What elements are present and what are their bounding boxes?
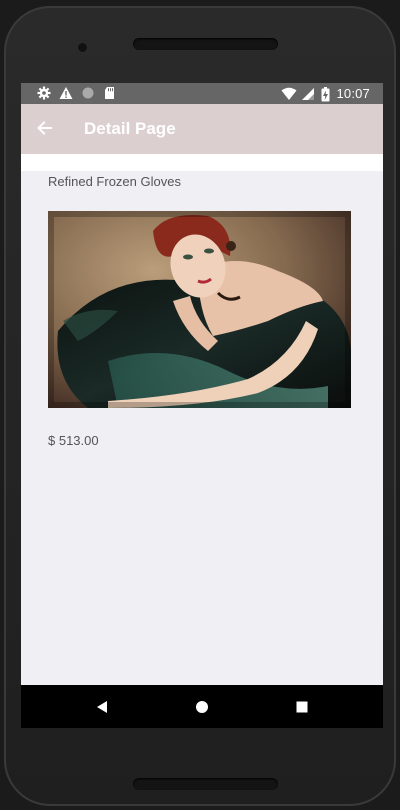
status-right-icons: 10:07 xyxy=(281,86,370,101)
battery-charging-icon xyxy=(321,86,330,101)
arrow-back-icon[interactable] xyxy=(35,118,55,138)
earpiece-speaker xyxy=(133,38,278,50)
sd-card-icon xyxy=(103,86,117,100)
wifi-icon xyxy=(281,87,297,101)
nav-back-icon[interactable] xyxy=(92,697,112,717)
app-bar: Detail Page xyxy=(21,104,383,154)
circle-icon xyxy=(81,86,95,100)
nav-home-icon[interactable] xyxy=(192,697,212,717)
signal-icon xyxy=(301,87,315,101)
settings-icon xyxy=(37,86,51,100)
status-time: 10:07 xyxy=(336,86,370,101)
warning-icon xyxy=(59,86,73,100)
bottom-speaker xyxy=(133,778,278,790)
nav-recents-icon[interactable] xyxy=(292,697,312,717)
status-bar: 10:07 xyxy=(21,83,383,104)
product-image xyxy=(48,211,351,408)
device-screen: 10:07 Detail Page Refined Frozen Gloves xyxy=(21,83,383,728)
front-camera xyxy=(78,43,87,52)
page-title: Detail Page xyxy=(84,119,176,138)
status-left-icons xyxy=(37,86,117,100)
product-name: Refined Frozen Gloves xyxy=(48,174,181,189)
product-price: $ 513.00 xyxy=(48,433,99,448)
header-divider-strip xyxy=(21,154,383,171)
navigation-bar xyxy=(21,685,383,728)
